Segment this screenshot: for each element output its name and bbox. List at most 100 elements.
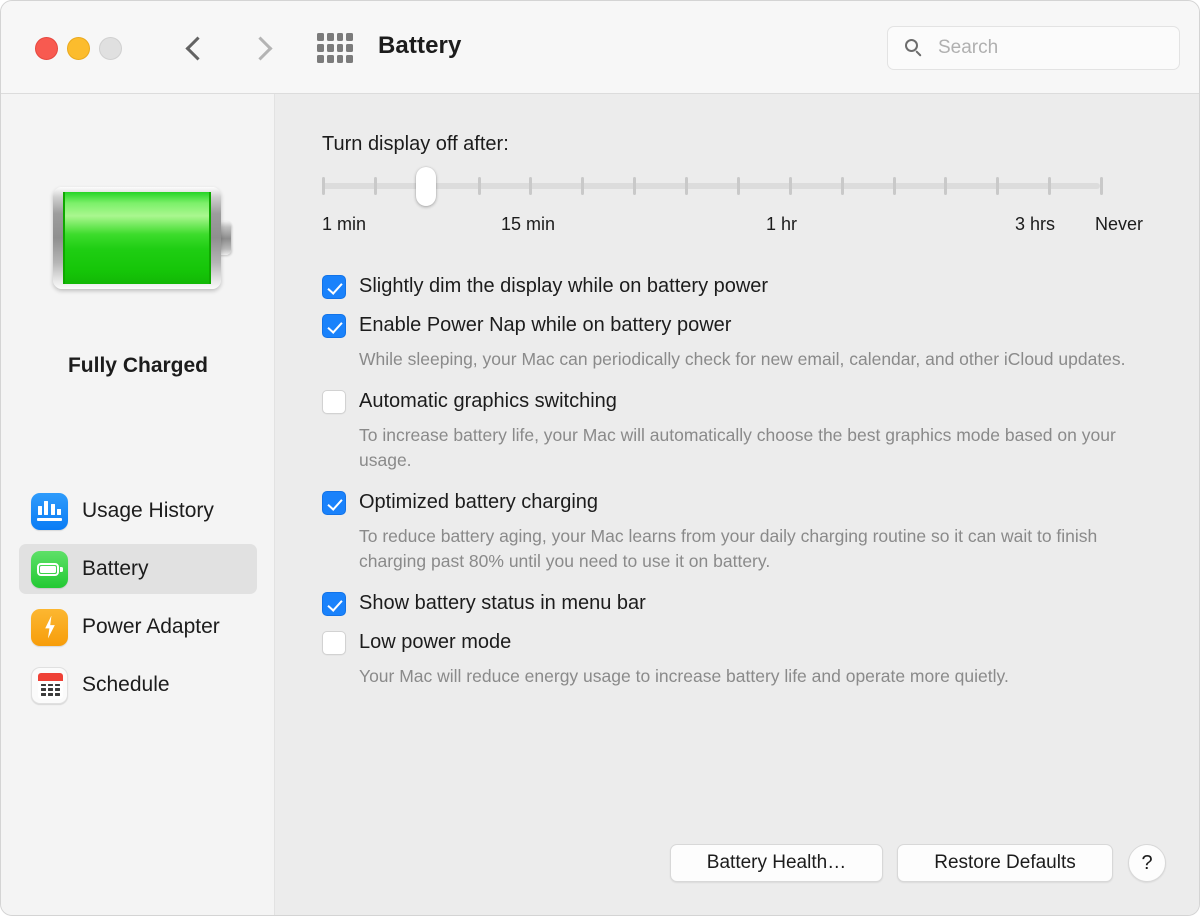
option-block: Automatic graphics switching To increase …	[322, 388, 1162, 473]
option-row[interactable]: Low power mode	[322, 629, 1162, 655]
option-block: Slightly dim the display while on batter…	[322, 273, 1162, 299]
sidebar: Fully Charged Usage History Battery Powe…	[1, 94, 275, 915]
restore-defaults-button[interactable]: Restore Defaults	[897, 844, 1113, 882]
option-description: While sleeping, your Mac can periodicall…	[359, 349, 1126, 369]
slider-tick-label: 15 min	[501, 214, 556, 234]
grid-dot	[336, 55, 344, 63]
bar-chart-icon	[31, 492, 68, 530]
battery-icon	[31, 550, 68, 588]
options-list: Slightly dim the display while on batter…	[322, 273, 1162, 705]
slider-tick	[736, 177, 740, 195]
option-block: Optimized battery charging To reduce batt…	[322, 489, 1162, 574]
maximize-button[interactable]	[99, 37, 122, 60]
checkbox[interactable]	[322, 631, 346, 655]
display-sleep-slider[interactable]	[322, 167, 1103, 206]
option-block: Low power mode Your Mac will reduce energ…	[322, 629, 1162, 689]
slider-track[interactable]	[322, 183, 1100, 189]
grid-dot	[317, 44, 324, 52]
close-button[interactable]	[35, 37, 58, 60]
grid-dot	[326, 33, 334, 41]
battery-hero-icon	[53, 187, 231, 289]
option-label: Enable Power Nap while on battery power	[359, 314, 732, 336]
lightning-bolt-icon	[31, 608, 68, 646]
slider-tick	[788, 177, 792, 195]
grid-dot	[346, 55, 353, 63]
forward-button[interactable]	[244, 29, 282, 67]
option-label: Automatic graphics switching	[359, 390, 617, 412]
grid-dot	[346, 44, 353, 52]
grid-dot	[346, 33, 353, 41]
slider-tick	[477, 177, 481, 195]
system-preferences-window: Battery Fully Charged Usage History	[0, 0, 1200, 916]
title-bar: Battery	[1, 1, 1199, 94]
slider-tick-label: Never	[1095, 214, 1144, 234]
option-description: Your Mac will reduce energy usage to inc…	[359, 666, 1009, 686]
slider-tick-label: 3 hrs	[1015, 214, 1056, 234]
battery-fill	[63, 192, 211, 284]
sidebar-item-label: Usage History	[82, 499, 214, 522]
sidebar-item-power-adapter[interactable]: Power Adapter	[19, 602, 257, 652]
sidebar-item-battery[interactable]: Battery	[19, 544, 257, 594]
slider-tick	[685, 177, 689, 195]
slider-tick	[373, 177, 377, 195]
grid-dot	[326, 55, 334, 63]
option-row[interactable]: Automatic graphics switching	[322, 388, 1162, 414]
sidebar-item-usage-history[interactable]: Usage History	[19, 486, 257, 536]
checkbox[interactable]	[322, 275, 346, 299]
checkbox[interactable]	[322, 390, 346, 414]
option-label: Show battery status in menu bar	[359, 592, 646, 614]
help-button[interactable]: ?	[1128, 844, 1166, 882]
slider-tick	[529, 177, 533, 195]
option-label: Slightly dim the display while on batter…	[359, 275, 769, 297]
chevron-left-icon	[185, 35, 210, 61]
slider-tick	[840, 177, 844, 195]
checkbox[interactable]	[322, 491, 346, 515]
slider-thumb[interactable]	[415, 167, 436, 206]
slider-tick	[1100, 177, 1103, 195]
option-block: Show battery status in menu bar	[322, 590, 1162, 616]
traffic-lights	[35, 37, 122, 60]
back-button[interactable]	[176, 29, 214, 67]
slider-tick	[892, 177, 896, 195]
option-label: Low power mode	[359, 631, 512, 653]
slider-tick	[944, 177, 948, 195]
page-title: Battery	[378, 32, 462, 59]
slider-tick-label: 1 min	[322, 214, 367, 234]
grid-dot	[336, 33, 344, 41]
chevron-right-icon	[248, 35, 273, 61]
sidebar-item-label: Schedule	[82, 673, 170, 696]
slider-tick	[581, 177, 585, 195]
grid-dot	[317, 55, 324, 63]
option-block: Enable Power Nap while on battery power W…	[322, 312, 1162, 372]
grid-dot	[317, 33, 324, 41]
slider-tick-label: 1 hr	[766, 214, 798, 234]
sidebar-list: Usage History Battery Power Adapter Sche…	[1, 486, 275, 710]
search-input[interactable]	[936, 36, 1160, 60]
checkbox[interactable]	[322, 592, 346, 616]
sidebar-item-schedule[interactable]: Schedule	[19, 660, 257, 710]
option-row[interactable]: Show battery status in menu bar	[322, 590, 1162, 616]
grid-dot	[336, 44, 344, 52]
slider-tick	[996, 177, 1000, 195]
slider-tick	[322, 177, 325, 195]
battery-health-button[interactable]: Battery Health…	[670, 844, 883, 882]
calendar-icon	[31, 666, 68, 704]
option-row[interactable]: Slightly dim the display while on batter…	[322, 273, 1162, 299]
checkbox[interactable]	[322, 314, 346, 338]
grid-dot	[326, 44, 334, 52]
option-row[interactable]: Enable Power Nap while on battery power	[322, 312, 1162, 338]
display-sleep-label: Turn display off after:	[322, 133, 509, 155]
option-description: To increase battery life, your Mac will …	[359, 425, 1116, 470]
slider-tick	[633, 177, 637, 195]
battery-status-label: Fully Charged	[67, 354, 209, 377]
search-field[interactable]	[887, 26, 1180, 70]
sidebar-item-label: Battery	[82, 557, 149, 580]
grid-icon[interactable]	[317, 33, 353, 63]
option-label: Optimized battery charging	[359, 491, 599, 513]
option-row[interactable]: Optimized battery charging	[322, 489, 1162, 515]
option-description: To reduce battery aging, your Mac learns…	[359, 526, 1098, 571]
sidebar-item-label: Power Adapter	[82, 615, 220, 638]
search-icon	[905, 38, 924, 58]
slider-tick	[1048, 177, 1052, 195]
minimize-button[interactable]	[67, 37, 90, 60]
